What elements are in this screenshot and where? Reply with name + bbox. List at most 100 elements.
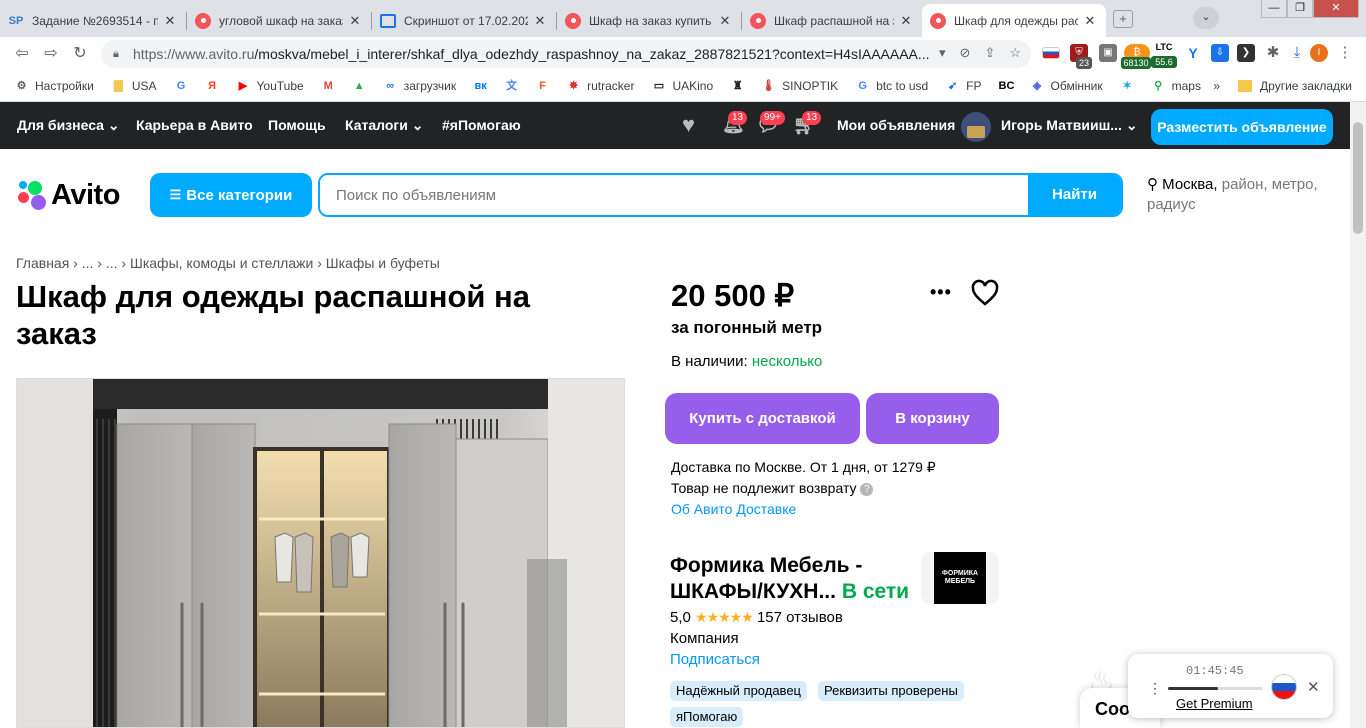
place-ad-button[interactable]: Разместить объявление [1151,109,1333,145]
page-scrollbar[interactable] [1350,102,1366,728]
listing-photo[interactable] [16,378,625,728]
new-tab-button[interactable]: + [1113,10,1133,28]
bookmark-item[interactable]: Gbtc to usd [855,79,928,94]
share-icon[interactable]: ⇪ [984,45,995,61]
dropdown-icon[interactable]: ▾ [939,45,946,61]
bookmark-item[interactable]: ✶ [1120,79,1141,94]
bookmark-item[interactable]: ▇ USA [111,79,156,94]
bookmark-item[interactable]: ▶ YouTube [236,79,304,94]
block-icon[interactable]: ⊘ [960,45,971,61]
profile-avatar[interactable]: I [1310,44,1328,62]
bookmark-item[interactable]: 文 [504,79,525,94]
download-extension-icon[interactable]: ⇩ [1211,44,1229,62]
v-extension-icon[interactable]: Y [1184,44,1202,62]
tab-close-icon[interactable]: ✕ [1082,13,1098,29]
scrollbar-thumb[interactable] [1353,122,1363,234]
tab-close-icon[interactable]: ✕ [532,13,548,29]
breadcrumb-item[interactable]: Шкафы и буфеты [326,255,440,271]
restore-button[interactable]: ❐ [1287,0,1313,18]
seller-rating[interactable]: 5,0 ★★★★★ 157 отзывов [670,609,843,626]
seller-name[interactable]: Формика Мебель - ШКАФЫ/КУХН... В сети [670,553,920,605]
location-selector[interactable]: ⚲ Москва, район, метро, радиус [1147,175,1337,215]
all-categories-button[interactable]: ☰ Все категории [150,173,312,217]
avito-logo[interactable]: Avito [16,178,120,212]
bookmark-item[interactable]: 🌡︎ SINOPTIK [761,79,839,94]
close-window-button[interactable]: ✕ [1313,0,1359,18]
nav-user-name[interactable]: Игорь Матвииш... ⌄ [1001,117,1138,134]
forward-arrow-icon[interactable]: ⇨ [40,43,62,65]
bookmark-item[interactable]: F [535,79,556,94]
widget-menu-icon[interactable]: ⋮ [1148,680,1162,697]
favorite-heart-icon[interactable] [970,278,1000,308]
breadcrumb-item[interactable]: ... [82,255,94,271]
bookmark-item[interactable]: ⚲ maps [1151,79,1201,94]
help-question-icon[interactable]: ? [860,482,874,496]
back-arrow-icon[interactable]: ⇦ [11,43,33,65]
bookmark-item[interactable]: вк [473,79,494,94]
tab-close-icon[interactable]: ✕ [717,13,733,29]
russia-flag-icon[interactable] [1271,674,1297,700]
url-text[interactable]: https://www.avito.ru/moskva/mebel_i_inte… [133,46,933,62]
bookmark-item[interactable]: G [174,79,195,94]
other-bookmarks-label: Другие закладки [1260,79,1352,93]
tab-close-icon[interactable]: ✕ [162,13,178,29]
more-options-icon[interactable]: ••• [930,282,952,303]
search-input[interactable] [320,175,1030,215]
tab-shkaf-raspashnoy[interactable]: Шкаф распашной на за ✕ [742,4,922,37]
bookmarks-overflow-icon[interactable]: » [1213,79,1220,93]
get-premium-link[interactable]: Get Premium [1176,696,1253,711]
other-bookmarks[interactable]: » Другие закладки [1213,79,1352,93]
nav-my-ads[interactable]: Мои объявления [837,117,955,133]
seller-logo[interactable]: ФОРМИКА МЕБЕЛЬ [921,552,999,604]
tab-search-button[interactable]: ⌄ [1193,7,1219,29]
seller-badge[interactable]: Реквизиты проверены [818,681,964,701]
briefcase-extension-icon[interactable]: ▣ [1099,44,1117,62]
bookmark-item[interactable]: M [321,79,342,94]
widget-close-icon[interactable]: ✕ [1307,678,1320,696]
bookmark-item[interactable]: ♜ [730,79,751,94]
tab-zadanie[interactable]: SP Задание №2693514 - п ✕ [0,4,186,37]
favorites-heart-icon[interactable]: ♥ [682,112,695,138]
seller-badge[interactable]: яПомогаю [670,707,744,727]
bookmark-star-icon[interactable]: ☆ [1009,45,1021,61]
bookmark-item[interactable]: ◈ Обмінник [1030,79,1103,94]
breadcrumb-item[interactable]: Шкафы, комоды и стеллажи [130,255,313,271]
user-avatar[interactable] [961,112,991,142]
breadcrumb-item[interactable]: ... [106,255,118,271]
subscribe-link[interactable]: Подписаться [670,651,760,668]
russia-flag-icon[interactable] [1042,47,1060,59]
add-to-cart-button[interactable]: В корзину [866,393,999,444]
search-submit-button[interactable]: Найти [1028,175,1121,215]
tab-uglovoy[interactable]: угловой шкаф на заказ ✕ [187,4,371,37]
nav-help[interactable]: Помощь [268,117,326,133]
arrow-extension-icon[interactable]: ❯ [1237,44,1255,62]
nav-catalogs[interactable]: Каталоги ⌄ [345,117,423,134]
delivery-info-link[interactable]: Об Авито Доставке [671,499,936,520]
tab-shkaf-kupit[interactable]: Шкаф на заказ купить ✕ [557,4,741,37]
bookmark-item[interactable]: ➹ FP [945,79,981,94]
nav-business[interactable]: Для бизнеса ⌄ [17,117,120,134]
address-bar[interactable]: 🔒︎ https://www.avito.ru/moskva/mebel_i_i… [101,40,1031,68]
bookmark-item[interactable]: Я [205,79,226,94]
bookmark-item[interactable]: BC [999,79,1020,94]
tab-close-icon[interactable]: ✕ [898,13,914,29]
downloads-icon[interactable]: ⤓ [1288,44,1306,62]
nav-ya-pomogayu[interactable]: #яПомогаю [442,117,521,133]
tab-close-icon[interactable]: ✕ [347,13,363,29]
bookmark-item[interactable]: ⚙ Настройки [14,79,94,94]
menu-kebab-icon[interactable]: ⋮ [1336,44,1354,62]
tab-active-shkaf-odezhdy[interactable]: Шкаф для одежды рас ✕ [922,4,1106,37]
progress-bar[interactable] [1168,687,1263,690]
bookmark-item[interactable]: ∞ загрузчик [383,79,456,94]
reload-icon[interactable]: ↻ [69,43,91,65]
bookmark-item[interactable]: ▲ [352,79,373,94]
bookmark-item[interactable]: ✸ rutracker [566,79,634,94]
extensions-puzzle-icon[interactable]: ✱ [1264,44,1282,62]
breadcrumb-item[interactable]: Главная [16,255,69,271]
tab-screenshot[interactable]: Скриншот от 17.02.2023 ✕ [372,4,556,37]
seller-badge[interactable]: Надёжный продавец [670,681,807,701]
minimize-button[interactable]: — [1261,0,1287,18]
bookmark-item[interactable]: ▭ UAKino [651,79,713,94]
nav-career[interactable]: Карьера в Авито [136,117,253,133]
buy-with-delivery-button[interactable]: Купить с доставкой [665,393,860,444]
